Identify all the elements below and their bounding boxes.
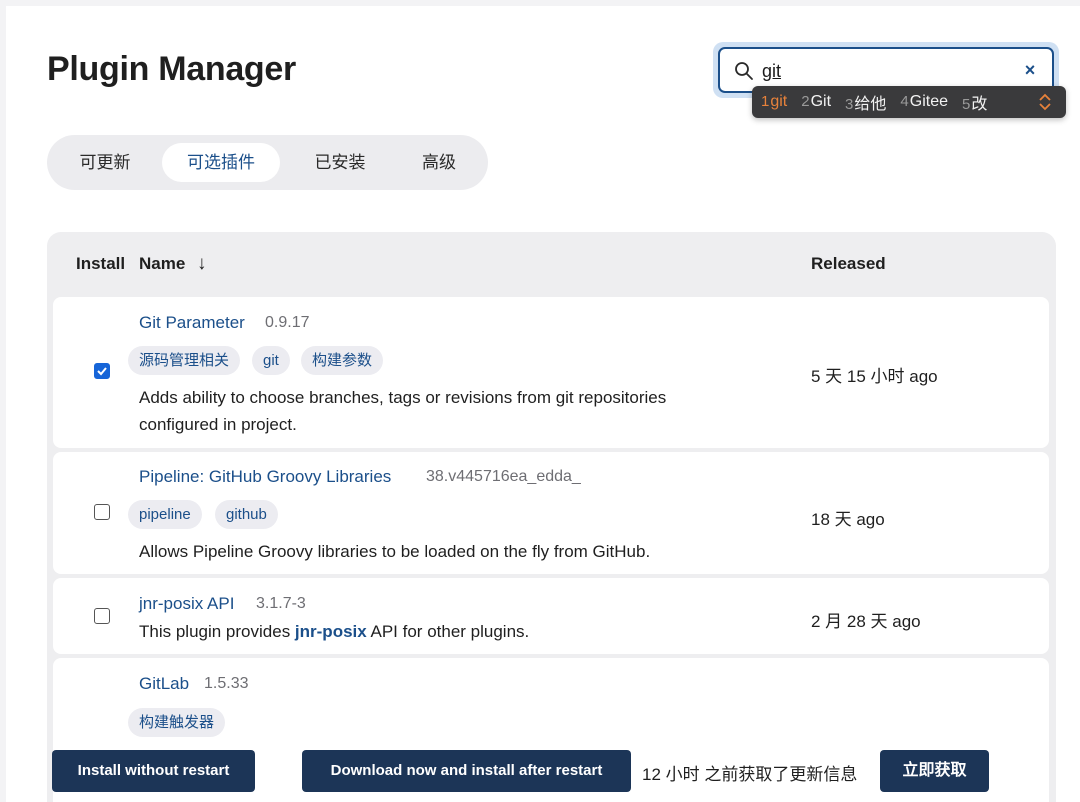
ime-candidate-text: 给他 [854, 96, 887, 113]
search-icon [735, 62, 753, 80]
plugin-name-link[interactable]: Pipeline: GitHub Groovy Libraries [139, 467, 391, 487]
plugin-table: Install Name ↓ Released Git Parameter 0.… [47, 232, 1056, 802]
plugin-description-text: This plugin provides [139, 622, 295, 641]
tab-advanced[interactable]: 高级 [397, 143, 481, 182]
ime-candidate-number: 1 [761, 93, 770, 110]
top-strip [0, 0, 1080, 6]
tab-updates[interactable]: 可更新 [59, 143, 151, 182]
checkmark-icon [97, 367, 107, 376]
category-tag[interactable]: git [252, 346, 290, 375]
plugin-name-link[interactable]: Git Parameter [139, 313, 245, 333]
ime-candidate[interactable]: 1git [761, 93, 787, 111]
ime-candidate[interactable]: 5改 [962, 90, 987, 114]
ime-candidate[interactable]: 3给他 [845, 90, 886, 114]
category-tag[interactable]: 源码管理相关 [128, 346, 241, 375]
ime-candidate-text: Git [810, 93, 832, 110]
released-time: 2 月 28 天 ago [811, 612, 921, 631]
plugin-version: 1.5.33 [204, 675, 249, 692]
plugin-description: Allows Pipeline Groovy libraries to be l… [139, 542, 651, 561]
column-header-name[interactable]: Name [139, 254, 185, 274]
plugin-version: 0.9.17 [265, 314, 310, 331]
tab-bar: 可更新 可选插件 已安装 高级 [47, 135, 488, 190]
plugin-description: This plugin provides jnr-posix API for o… [139, 618, 529, 645]
close-icon[interactable]: × [1020, 59, 1040, 81]
category-tag[interactable]: 构建触发器 [128, 708, 226, 737]
update-info-text: 12 小时 之前获取了更新信息 [642, 765, 858, 784]
jnr-posix-link[interactable]: jnr-posix [295, 622, 367, 641]
ime-candidate[interactable]: 2Git [801, 93, 831, 111]
ime-candidate-number: 5 [962, 96, 971, 113]
column-header-install: Install [76, 254, 126, 273]
ime-candidate[interactable]: 4Gitee [900, 93, 948, 111]
page-title: Plugin Manager [47, 50, 296, 88]
column-header-released[interactable]: Released [811, 254, 886, 274]
released-time: 5 天 15 小时 ago [811, 367, 938, 386]
plugin-description-text: API for other plugins. [366, 622, 530, 641]
released-time: 18 天 ago [811, 510, 885, 529]
search-input[interactable] [762, 59, 1012, 83]
ime-candidate-text: 改 [971, 96, 988, 113]
ime-candidate-text: Gitee [909, 93, 948, 110]
ime-candidate-text: git [770, 93, 788, 110]
sort-arrow-icon[interactable]: ↓ [197, 253, 207, 275]
category-tag[interactable]: github [215, 500, 278, 529]
plugin-name-link[interactable]: jnr-posix API [139, 594, 234, 614]
plugin-description-line: Adds ability to choose branches, tags or… [139, 388, 667, 407]
install-without-restart-button[interactable]: Install without restart [52, 750, 255, 792]
tab-available-plugins[interactable]: 可选插件 [162, 143, 280, 182]
table-row: jnr-posix API 3.1.7-3 This plugin provid… [53, 578, 1049, 654]
install-checkbox[interactable] [94, 608, 110, 624]
ime-candidate-number: 3 [845, 96, 854, 113]
plugin-name-link[interactable]: GitLab [139, 674, 189, 694]
fetch-now-button[interactable]: 立即获取 [880, 750, 989, 792]
plugin-version: 3.1.7-3 [256, 595, 306, 612]
category-tag[interactable]: 构建参数 [301, 346, 384, 375]
table-row: Git Parameter 0.9.17 源码管理相关 git 构建参数 Add… [53, 297, 1049, 448]
ime-candidate-bar: 1git 2Git 3给他 4Gitee 5改 [752, 86, 1066, 118]
table-row: Pipeline: GitHub Groovy Libraries 38.v44… [53, 452, 1049, 574]
install-checkbox[interactable] [94, 363, 110, 379]
expand-candidates-icon[interactable] [1038, 92, 1052, 112]
plugin-version: 38.v445716ea_edda_ [426, 468, 581, 485]
tab-installed[interactable]: 已安装 [295, 143, 385, 182]
download-install-after-restart-button[interactable]: Download now and install after restart [302, 750, 631, 792]
ime-candidate-number: 4 [900, 93, 909, 110]
left-rail [0, 0, 6, 802]
ime-candidate-number: 2 [801, 93, 810, 110]
category-tag[interactable]: pipeline [128, 500, 202, 529]
install-checkbox[interactable] [94, 504, 110, 520]
plugin-description-line: configured in project. [139, 415, 297, 434]
